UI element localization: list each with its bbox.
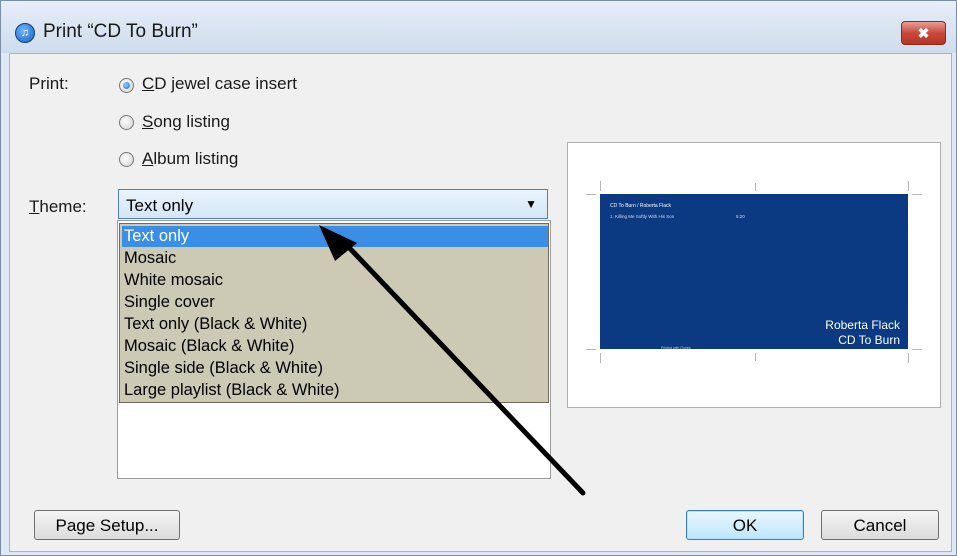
annotation-arrow-icon [319, 225, 586, 496]
print-dialog: ♫ Print “CD To Burn” ✖ Print: CD jewel c… [0, 0, 957, 556]
